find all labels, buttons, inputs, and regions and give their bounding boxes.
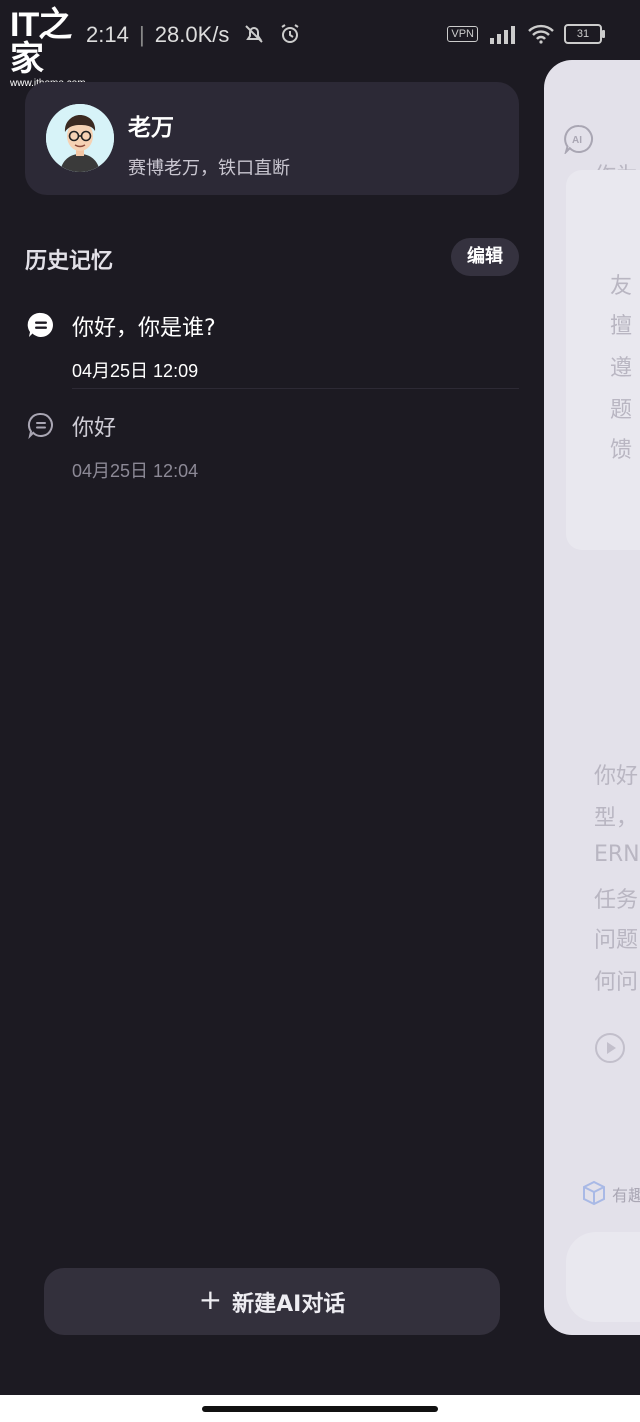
- chat-bubble-icon: [27, 312, 53, 337]
- profile-description: 赛博老万，铁口直断: [128, 158, 290, 179]
- panel-text: 擅: [610, 314, 633, 339]
- panel-text: 何问: [594, 970, 639, 995]
- network-speed: 28.0K/s: [154, 22, 230, 47]
- chat-bubble-outline-icon: [27, 412, 53, 439]
- panel-text: 题: [610, 398, 633, 423]
- history-item[interactable]: 你好，你是谁? 04月25日 12:09: [25, 311, 519, 381]
- history-item-time: 04月25日 12:04: [72, 461, 199, 481]
- history-item-title: 你好: [72, 416, 117, 441]
- wifi-icon: [528, 24, 554, 44]
- panel-text: ERN: [594, 842, 640, 867]
- profile-name: 老万: [128, 115, 174, 141]
- panel-input-bubble[interactable]: [566, 1232, 640, 1322]
- history-title: 历史记忆: [25, 249, 114, 274]
- new-ai-chat-button[interactable]: + 新建AI对话: [44, 1268, 500, 1335]
- panel-text: 型，: [594, 806, 639, 831]
- battery-icon: 31: [564, 24, 605, 44]
- cube-icon: [583, 1180, 605, 1206]
- avatar-image: [46, 104, 114, 172]
- svg-text:AI: AI: [572, 135, 582, 146]
- alarm-icon: [281, 24, 299, 43]
- separator: |: [138, 22, 145, 47]
- status-bar: IT之家 www.ithome.com 2:14 | 28.0K/s VPN 3…: [0, 0, 640, 89]
- clock: 2:14: [86, 22, 129, 47]
- panel-text: 任务: [594, 888, 639, 913]
- ai-icon: AI: [564, 124, 593, 154]
- status-time: 2:14 | 28.0K/s: [86, 22, 229, 48]
- new-ai-chat-label: 新建AI对话: [232, 1291, 346, 1317]
- history-item-time: 04月25日 12:09: [72, 361, 199, 381]
- panel-text: 遵: [610, 356, 633, 381]
- panel-text: 问题: [594, 928, 639, 953]
- status-icons-left: [242, 22, 302, 46]
- play-icon[interactable]: [594, 1032, 626, 1064]
- history-item-title: 你好，你是谁?: [72, 316, 216, 341]
- navigation-bar: [0, 1395, 640, 1422]
- panel-text: 馈: [610, 438, 633, 463]
- status-icons-right: VPN 31: [447, 24, 605, 44]
- profile-card[interactable]: 老万 赛博老万，铁口直断: [25, 82, 519, 195]
- vpn-icon: VPN: [447, 26, 478, 42]
- home-indicator[interactable]: [202, 1406, 438, 1412]
- edit-button[interactable]: 编辑: [451, 238, 519, 276]
- cellular-signal-icon: [490, 26, 515, 44]
- divider: [72, 388, 519, 389]
- avatar[interactable]: [46, 104, 114, 172]
- panel-text: 你好: [594, 764, 639, 789]
- panel-text: 友: [610, 274, 633, 299]
- background-chat-panel[interactable]: AI 作为 问题 友 擅 遵 题 馈 你好 型， ERN 任务 问题 何问 有趣: [544, 60, 640, 1335]
- history-item[interactable]: 你好 04月25日 12:04: [25, 411, 519, 481]
- plus-icon: +: [198, 1283, 223, 1316]
- mute-bell-icon: [245, 25, 263, 43]
- panel-footer-text: 有趣: [612, 1186, 640, 1205]
